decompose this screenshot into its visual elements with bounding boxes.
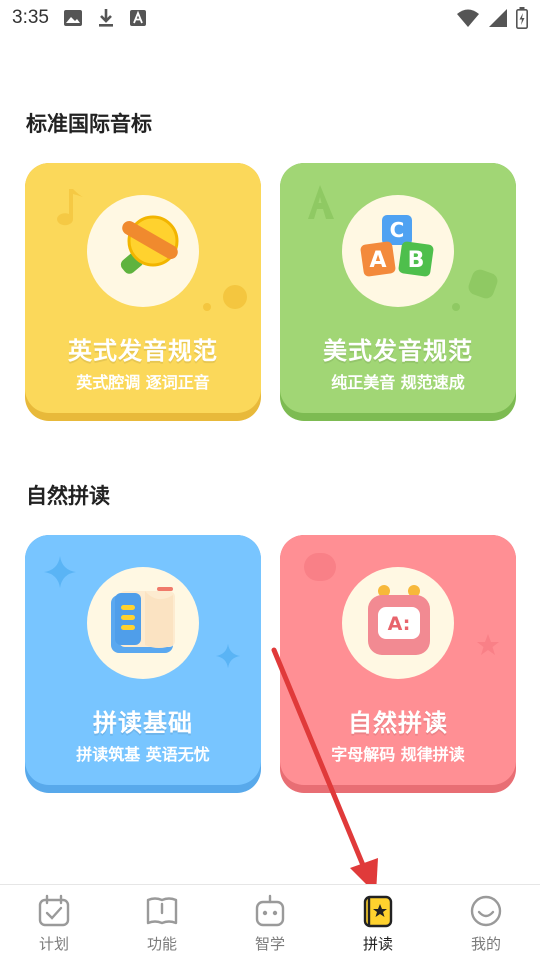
nav-item-smart-learn[interactable]: 智学 <box>216 893 324 959</box>
nav-label: 拼读 <box>362 935 393 953</box>
bottom-nav: 计划 功能 智学 拼读 我的 <box>0 884 540 961</box>
nav-label: 我的 <box>470 935 501 953</box>
nav-item-function[interactable]: 功能 <box>108 893 216 959</box>
nav-item-phonics[interactable]: 拼读 <box>324 893 432 959</box>
nav-label: 智学 <box>254 935 285 953</box>
robot-icon <box>255 894 285 927</box>
open-book-icon <box>146 897 178 925</box>
smile-face-icon <box>470 895 502 927</box>
nav-label: 功能 <box>146 935 177 953</box>
star-book-icon <box>363 895 393 928</box>
nav-label: 计划 <box>38 935 69 953</box>
nav-item-mine[interactable]: 我的 <box>432 893 540 959</box>
calendar-check-icon <box>38 894 70 927</box>
nav-item-plan[interactable]: 计划 <box>0 893 108 959</box>
annotation-arrow <box>271 647 378 894</box>
